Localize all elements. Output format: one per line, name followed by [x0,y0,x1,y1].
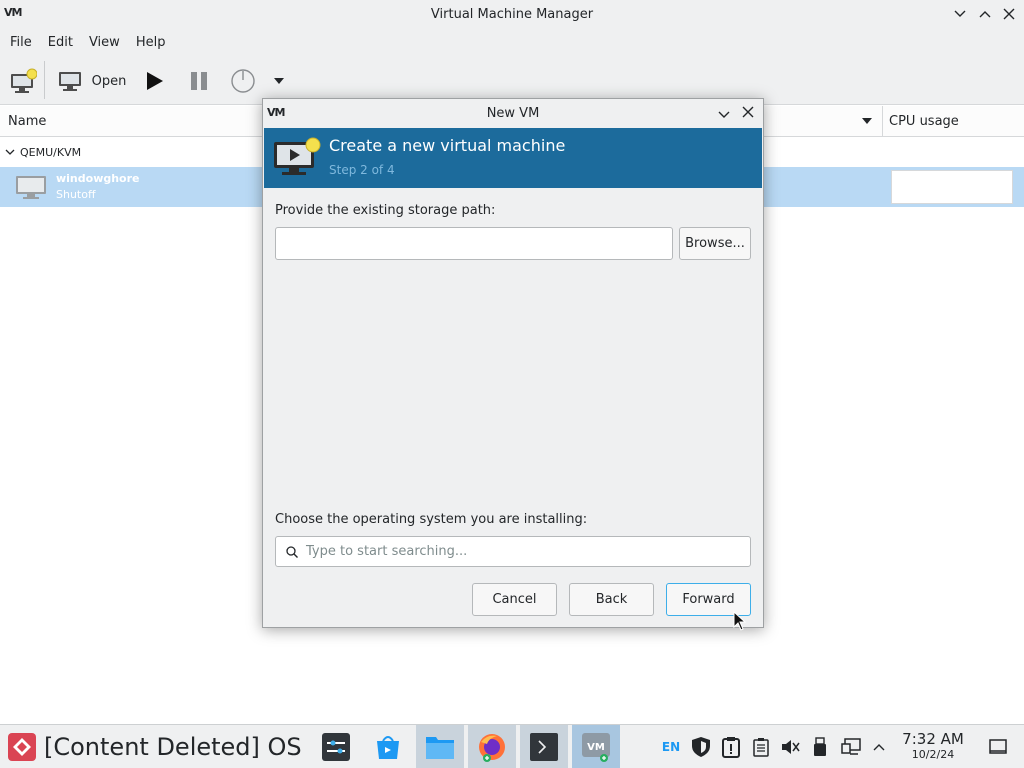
column-menu-button[interactable] [862,115,872,127]
chevron-down-icon[interactable] [5,148,15,156]
dialog-minimize-icon[interactable] [718,108,730,123]
menu-file[interactable]: File [2,35,40,50]
folder-icon [426,737,454,759]
vm-status: Shutoff [56,188,96,201]
dialog-step: Step 2 of 4 [329,163,395,177]
svg-text:VM: VM [587,742,605,753]
cancel-button[interactable]: Cancel [472,583,557,616]
dialog-title: New VM [486,106,540,121]
power-icon [231,69,255,93]
connection-label: QEMU/KVM [20,145,82,159]
storage-path-input[interactable] [275,227,673,260]
play-icon [147,72,163,90]
new-vm-icon [274,137,321,175]
dialog-heading: Create a new virtual machine [329,136,566,155]
keyboard-layout-indicator[interactable]: EN [658,725,684,768]
tray-expand-icon[interactable] [869,725,889,768]
discover-icon [377,736,399,759]
taskbar-file-manager[interactable] [416,725,464,768]
start-menu-label: [Content Deleted] OS [44,733,302,761]
taskbar-discover[interactable] [364,725,412,768]
menu-edit[interactable]: Edit [40,35,81,50]
column-cpu-usage[interactable]: CPU usage [889,106,959,137]
back-button[interactable]: Back [569,583,654,616]
new-vm-dialog: VM New VM Create a new virtual machine S… [262,98,764,628]
new-vm-button[interactable] [8,67,38,95]
shutdown-button[interactable] [228,66,258,96]
dropdown-arrow-icon [862,118,872,124]
firefox-icon [479,734,505,762]
browse-button[interactable]: Browse... [679,227,751,260]
close-icon[interactable] [1000,5,1018,23]
dropdown-arrow-icon [274,78,284,84]
cpu-usage-graph [891,170,1013,204]
mouse-cursor-icon [733,611,747,631]
window-title: Virtual Machine Manager [430,7,594,22]
taskbar-firefox[interactable] [468,725,516,768]
clock-time: 7:32 AM [902,730,964,748]
toolbar-separator [44,61,45,99]
taskbar-system-settings[interactable] [312,725,360,768]
minimize-icon[interactable] [951,5,969,23]
dialog-close-icon[interactable] [742,106,754,122]
open-button-label: Open [91,73,127,89]
os-label: Choose the operating system you are inst… [275,512,588,527]
start-logo-icon [8,733,36,761]
new-vm-icon [11,68,37,93]
open-button[interactable]: Open [52,67,132,95]
taskbar: [Content Deleted] OS VM EN 7:32 AM 10/2/ [0,724,1024,768]
start-menu-button[interactable]: [Content Deleted] OS [0,725,310,768]
monitor-icon [58,72,81,91]
run-button[interactable] [140,67,168,95]
vm-monitor-icon [16,176,46,199]
terminal-icon [530,733,558,761]
tray-clipboard-icon[interactable] [749,725,773,768]
tray-network-icon[interactable] [838,725,864,768]
dialog-titlebar: VM New VM [263,99,763,128]
os-search-placeholder: Type to start searching... [306,544,468,559]
taskbar-terminal[interactable] [520,725,568,768]
column-separator [882,106,883,137]
clock-date: 10/2/24 [911,748,955,761]
main-titlebar: VM Virtual Machine Manager [0,0,1024,29]
tray-usb-icon[interactable] [808,725,832,768]
tray-notifications-icon[interactable] [719,725,743,768]
pause-icon [191,72,207,90]
dialog-header-banner: Create a new virtual machine Step 2 of 4 [264,128,762,188]
menubar: File Edit View Help [0,29,1024,55]
maximize-icon[interactable] [976,5,994,23]
column-name[interactable]: Name [8,106,46,137]
shutdown-menu-button[interactable] [270,73,288,89]
os-search-input[interactable]: Type to start searching... [275,536,751,567]
virt-manager-icon: VM [582,733,610,762]
menu-view[interactable]: View [81,35,128,50]
storage-path-label: Provide the existing storage path: [275,203,496,218]
pause-button[interactable] [185,67,213,95]
menu-help[interactable]: Help [128,35,174,50]
clock[interactable]: 7:32 AM 10/2/24 [898,731,968,762]
show-desktop-icon[interactable] [986,725,1010,768]
vm-name: windowghore [56,172,140,185]
tray-security-icon[interactable] [689,725,713,768]
search-icon [286,545,298,558]
tray-volume-muted-icon[interactable] [778,725,802,768]
settings-icon [322,733,350,761]
taskbar-virt-manager[interactable]: VM [572,725,620,768]
